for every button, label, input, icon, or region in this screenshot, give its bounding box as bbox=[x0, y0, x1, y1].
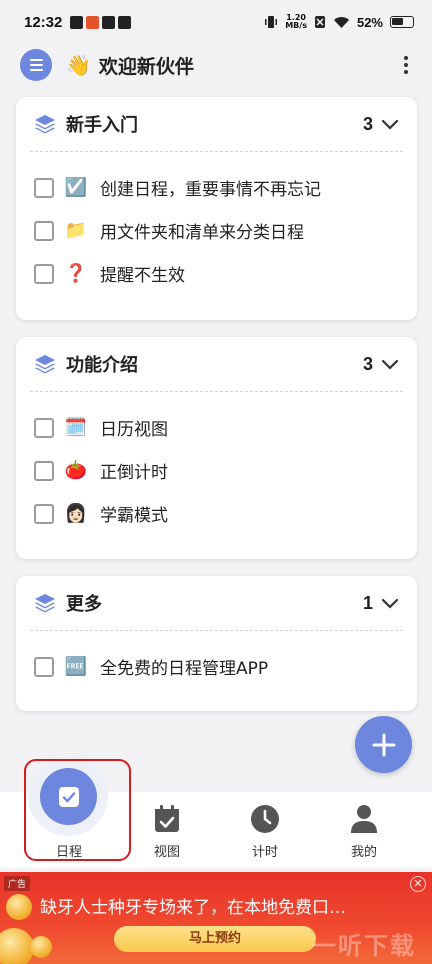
calendar-icon bbox=[155, 805, 179, 832]
wifi-icon bbox=[333, 16, 349, 28]
more-dot bbox=[404, 70, 408, 74]
section-title: 新手入门 bbox=[66, 115, 138, 136]
item-label: 日历视图 bbox=[100, 420, 168, 440]
student-icon: 👩🏻 bbox=[64, 503, 88, 524]
status-time: 12:32 bbox=[24, 13, 63, 31]
list-item[interactable]: 📁 用文件夹和清单来分类日程 bbox=[16, 209, 417, 252]
folder-icon: 📁 bbox=[64, 220, 88, 241]
tab-me[interactable]: 我的 bbox=[314, 792, 414, 868]
item-list: ☑️ 创建日程，重要事情不再忘记 📁 用文件夹和清单来分类日程 ❓ 提醒不生效 bbox=[16, 152, 417, 295]
section-header[interactable]: 新手入门 3 bbox=[16, 97, 417, 151]
notification-icons bbox=[70, 15, 132, 29]
list-item[interactable]: 🍅 正倒计时 bbox=[16, 449, 417, 492]
coin-icon bbox=[0, 928, 34, 964]
status-right: 1.20 MB/s 52% bbox=[264, 14, 414, 30]
check-mark-icon: ☑️ bbox=[64, 177, 88, 198]
item-list: 🆓 全免费的日程管理APP bbox=[16, 631, 417, 688]
ad-text: 缺牙人士种牙专场来了，在本地免费口… bbox=[40, 898, 346, 918]
app-bar: 👋 欢迎新伙伴 bbox=[0, 44, 432, 86]
tab-timer[interactable]: 计时 bbox=[215, 792, 315, 868]
add-button[interactable] bbox=[355, 716, 412, 773]
item-label: 学霸模式 bbox=[100, 506, 168, 526]
more-dot bbox=[404, 63, 408, 67]
section-card-features: 功能介绍 3 🗓️ 日历视图 🍅 正倒计时 👩🏻 学霸模式 bbox=[16, 337, 417, 559]
item-label: 正倒计时 bbox=[100, 463, 168, 483]
section-header[interactable]: 功能介绍 3 bbox=[16, 337, 417, 391]
section-card-getting-started: 新手入门 3 ☑️ 创建日程，重要事情不再忘记 📁 用文件夹和清单来分类日程 ❓… bbox=[16, 97, 417, 320]
watermark: 一听下载 bbox=[312, 932, 416, 960]
sim-icon bbox=[314, 16, 325, 28]
question-mark-icon: ❓ bbox=[64, 263, 88, 284]
notification-icon bbox=[118, 15, 132, 29]
section-title: 更多 bbox=[66, 594, 102, 615]
item-label: 用文件夹和清单来分类日程 bbox=[100, 223, 304, 243]
highlight-box bbox=[24, 759, 131, 861]
hamburger-icon-line bbox=[29, 69, 43, 71]
checkbox[interactable] bbox=[34, 656, 54, 677]
section-title: 功能介绍 bbox=[66, 355, 138, 376]
chevron-down-icon[interactable] bbox=[379, 353, 401, 375]
checkbox[interactable] bbox=[34, 177, 54, 198]
battery-percent: 52% bbox=[356, 14, 383, 30]
checkbox[interactable] bbox=[34, 460, 54, 481]
vibrate-icon bbox=[265, 16, 278, 28]
checkbox[interactable] bbox=[34, 503, 54, 524]
chevron-down-icon[interactable] bbox=[379, 113, 401, 135]
notification-icon bbox=[102, 15, 116, 29]
section-header[interactable]: 更多 1 bbox=[16, 576, 417, 630]
checkbox[interactable] bbox=[34, 263, 54, 284]
hamburger-icon bbox=[29, 59, 43, 61]
status-bar: 12:32 1.20 MB/s 52% bbox=[0, 0, 432, 44]
close-icon[interactable]: ✕ bbox=[410, 876, 426, 892]
tab-view[interactable]: 视图 bbox=[117, 792, 217, 868]
calendar-icon: 🗓️ bbox=[64, 417, 88, 438]
list-item[interactable]: ❓ 提醒不生效 bbox=[16, 252, 417, 295]
plus-icon bbox=[372, 733, 395, 756]
tab-label: 视图 bbox=[153, 845, 180, 860]
ad-tag: 广告 bbox=[4, 876, 31, 891]
item-label: 提醒不生效 bbox=[100, 266, 185, 286]
list-item[interactable]: 🗓️ 日历视图 bbox=[16, 406, 417, 449]
tab-label: 计时 bbox=[251, 845, 278, 860]
ad-banner[interactable]: 广告 ✕ 缺牙人士种牙专场来了，在本地免费口… 马上预约 一听下载 bbox=[0, 872, 432, 964]
checkbox[interactable] bbox=[34, 417, 54, 438]
net-speed: 1.20 MB/s bbox=[285, 14, 307, 30]
layers-icon bbox=[35, 355, 55, 374]
clock-icon bbox=[251, 805, 279, 833]
coin-icon bbox=[6, 894, 32, 920]
item-label: 全免费的日程管理APP bbox=[100, 659, 269, 679]
coin-icon bbox=[30, 936, 52, 958]
notification-icon bbox=[70, 15, 84, 29]
section-count: 3 bbox=[362, 353, 373, 374]
layers-icon bbox=[35, 594, 55, 613]
page-title: 欢迎新伙伴 bbox=[98, 55, 194, 78]
list-item[interactable]: 🆓 全免费的日程管理APP bbox=[16, 645, 417, 688]
waving-hand-icon: 👋 bbox=[66, 53, 91, 77]
list-item[interactable]: ☑️ 创建日程，重要事情不再忘记 bbox=[16, 166, 417, 209]
person-icon bbox=[351, 805, 377, 833]
section-count: 3 bbox=[362, 113, 373, 134]
checkbox[interactable] bbox=[34, 220, 54, 241]
section-card-more: 更多 1 🆓 全免费的日程管理APP bbox=[16, 576, 417, 711]
menu-button[interactable] bbox=[20, 49, 52, 81]
more-vert-icon[interactable] bbox=[400, 52, 412, 78]
tab-label: 我的 bbox=[350, 845, 377, 860]
list-item[interactable]: 👩🏻 学霸模式 bbox=[16, 492, 417, 535]
free-icon: 🆓 bbox=[64, 656, 88, 677]
layers-icon bbox=[35, 115, 55, 134]
item-label: 创建日程，重要事情不再忘记 bbox=[100, 180, 321, 200]
hamburger-icon-line bbox=[29, 64, 43, 66]
item-list: 🗓️ 日历视图 🍅 正倒计时 👩🏻 学霸模式 bbox=[16, 392, 417, 535]
more-dot bbox=[404, 56, 408, 60]
net-speed-unit: MB/s bbox=[285, 21, 307, 30]
book-now-button[interactable]: 马上预约 bbox=[114, 926, 316, 952]
notification-icon bbox=[86, 15, 100, 29]
section-count: 1 bbox=[362, 592, 373, 613]
chevron-down-icon[interactable] bbox=[379, 592, 401, 614]
battery-icon bbox=[390, 16, 414, 28]
tomato-icon: 🍅 bbox=[64, 460, 88, 481]
